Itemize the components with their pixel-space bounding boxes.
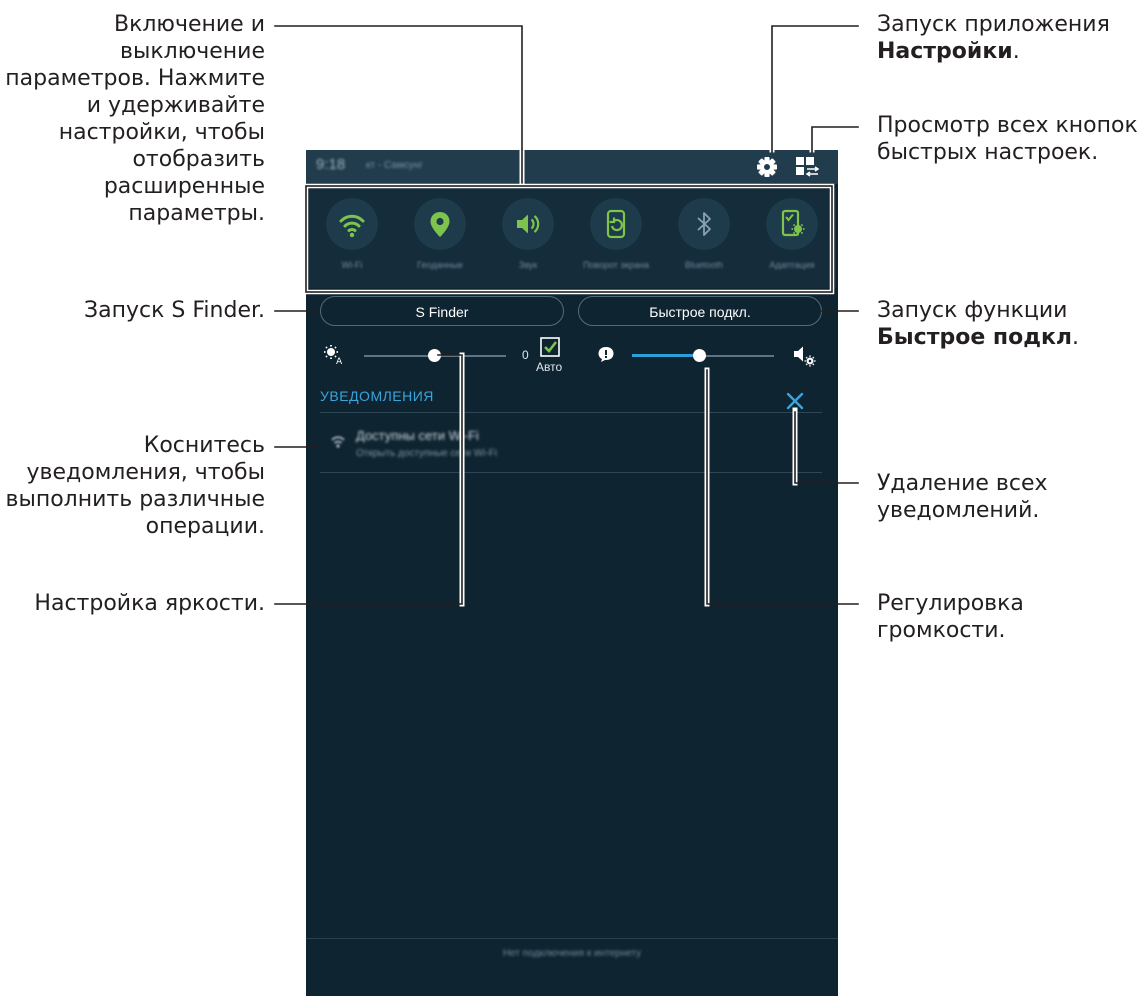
footer-divider [306,938,838,939]
toggle-bluetooth[interactable] [678,198,730,250]
connection-status-footer: Нет подключения к интернету [502,948,642,959]
notifications-header: УВЕДОМЛЕНИЯ [320,388,434,404]
toggle-wifi[interactable] [326,198,378,250]
callout-quick-settings-line-1: Просмотр всех кнопок [877,113,1138,138]
callout-brightness-line: Настройка яркости. [34,591,265,616]
toggle-rotate[interactable] [590,198,642,250]
svg-text:A: A [336,357,343,366]
quick-settings-grid-icon[interactable] [794,154,822,180]
callout-settings-app-name: Настройки [877,39,1013,64]
callout-quick-connect-line-1: Запуск функции [877,298,1068,323]
callout-quick-connect-feature: Быстрое подкл [877,325,1073,350]
status-bar: 9:18 кт - Самсунг [306,150,838,184]
quick-connect-button[interactable]: Быстрое подкл. [578,296,822,326]
callout-notification-line-1: Коснитесь [143,433,265,458]
callout-s-finder-line: Запуск S Finder. [84,298,265,323]
quick-toggles-panel: Wi-Fi Геоданные Звук Поворот экрана Blue… [308,188,836,288]
callout-quick-settings-line-2: быстрых настроек. [877,140,1099,165]
toggle-label-wifi: Wi-Fi [341,260,363,270]
callout-toggles-line-4: и удерживайте [86,93,265,118]
toggle-label-rotate: Поворот экрана [582,260,650,270]
notification-subtitle: Открыть доступные сети Wi-Fi [356,448,498,459]
notification-item-divider [320,472,822,473]
callout-toggles-line-6: отобразить [132,147,265,172]
notification-title: Доступны сети Wi-Fi [356,428,479,443]
callout-notification-line-2: уведомления, чтобы [26,460,266,485]
callout-toggles-line-3: параметров. Нажмите [5,66,265,91]
toggle-label-sound: Звук [518,260,538,270]
callout-toggles-line-2: выключение [120,39,265,64]
callout-clear-line-1: Удаление всех [877,471,1048,496]
callout-settings-period: . [1012,39,1020,64]
callout-notification-line-3: выполнить различные [5,487,266,512]
toggle-location[interactable] [414,198,466,250]
callout-volume-line-2: громкости. [877,618,1006,643]
callout-notification-line-4: операции. [145,514,265,539]
brightness-value: 0 [522,348,529,362]
callout-toggles: Включение и выключение параметров. Нажми… [5,11,265,227]
notification-volume-icon [598,347,614,362]
brightness-slider-thumb[interactable] [428,349,441,362]
wifi-icon [339,214,365,238]
callout-quick-connect-period: . [1072,325,1080,350]
adapt-display-icon [781,209,805,237]
callout-toggles-line-5: настройки, чтобы [58,120,265,145]
callout-brightness: Настройка яркости. [34,590,265,617]
notification-panel: 9:18 кт - Самсунг Wi-Fi Геоданные Звук П… [306,150,838,996]
s-finder-button[interactable]: S Finder [320,296,564,326]
callout-volume: Регулировка громкости. [877,590,1024,644]
callout-s-finder: Запуск S Finder. [84,297,265,324]
gear-icon[interactable] [754,154,780,180]
status-time: 9:18 [316,156,346,173]
notifications-divider [320,412,822,413]
sound-icon [517,214,540,234]
bluetooth-icon [697,212,711,236]
clear-all-icon[interactable] [784,390,806,412]
brightness-icon: A [324,345,343,366]
callout-quick-connect: Запуск функции Быстрое подкл. [877,297,1079,351]
wifi-notification-icon [331,436,345,448]
callout-settings-line-1: Запуск приложения [877,12,1110,37]
auto-brightness-label: Авто [536,360,563,374]
toggle-label-location: Геоданные [417,260,463,270]
toggle-adapt-display[interactable] [766,198,818,250]
volume-settings-icon[interactable] [792,342,818,368]
callout-quick-settings: Просмотр всех кнопок быстрых настроек. [877,112,1138,166]
callout-toggles-line-8: параметры. [128,201,265,226]
callout-toggles-line-7: расширенные [103,174,265,199]
toggle-label-bluetooth: Bluetooth [684,260,724,270]
volume-slider-fill [632,354,699,357]
callout-clear: Удаление всех уведомлений. [877,470,1048,524]
rotate-icon [606,209,626,239]
auto-brightness-checkbox[interactable] [539,336,561,358]
callout-settings: Запуск приложения Настройки. [877,11,1110,65]
callout-toggles-line-1: Включение и [113,12,265,37]
location-icon [430,212,450,237]
callout-clear-line-2: уведомлений. [877,498,1040,523]
notification-item[interactable] [320,416,822,472]
callout-volume-line-1: Регулировка [877,591,1024,616]
status-carrier: кт - Самсунг [366,160,423,171]
toggle-sound[interactable] [502,198,554,250]
toggle-label-adapt-display: Адаптация [769,260,815,270]
callout-notification: Коснитесь уведомления, чтобы выполнить р… [6,432,266,540]
volume-slider-thumb[interactable] [693,349,706,362]
